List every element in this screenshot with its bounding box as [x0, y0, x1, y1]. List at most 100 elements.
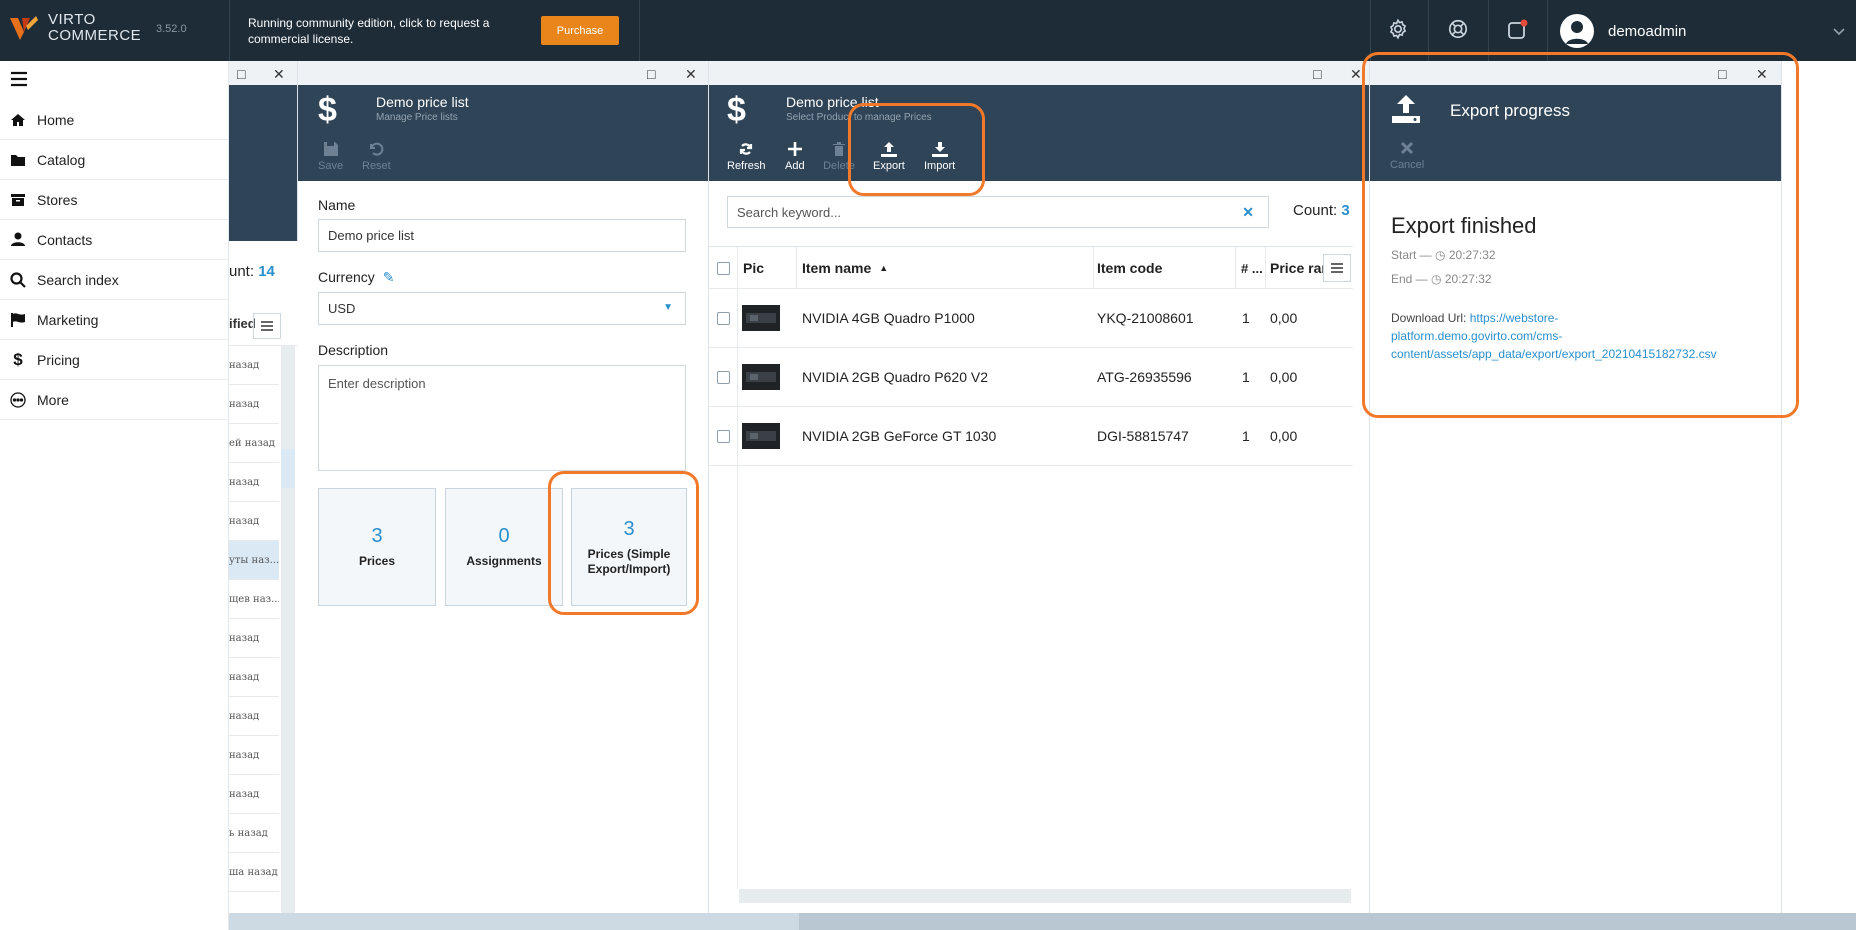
close-icon[interactable]: ✕ — [685, 66, 697, 83]
table-row[interactable]: NVIDIA 4GB Quadro P1000 YKQ-21008601 1 0,00 — [709, 289, 1353, 348]
blade-title: Demo price list — [376, 94, 469, 110]
dollar-icon: $ — [727, 91, 746, 129]
save-button[interactable]: Save — [318, 141, 343, 172]
row-checkbox[interactable] — [717, 311, 730, 325]
virto-logo-icon — [8, 12, 40, 44]
table-row[interactable]: NVIDIA 2GB GeForce GT 1030 DGI-58815747 1 0… — [709, 407, 1353, 466]
sidebar-item-stores[interactable]: Stores — [0, 180, 229, 220]
table-header: Pic Item name ▲ Item code # ... Price ra… — [709, 246, 1353, 289]
list-item[interactable]: назад — [229, 775, 279, 814]
reset-button[interactable]: Reset — [362, 141, 391, 172]
help-lifebuoy-icon[interactable] — [1447, 18, 1471, 42]
product-thumbnail — [742, 423, 780, 449]
horizontal-scrollbar[interactable] — [739, 889, 1351, 903]
list-item[interactable]: назад — [229, 346, 279, 385]
sidebar-item-contacts[interactable]: Contacts — [0, 220, 229, 260]
count-value: 3 — [1341, 202, 1350, 219]
column-header-item-name[interactable]: Item name ▲ — [802, 247, 888, 289]
close-icon[interactable]: ✕ — [1350, 66, 1362, 83]
list-item[interactable]: назад — [229, 658, 279, 697]
plus-icon — [787, 142, 802, 156]
currency-label: Currency — [318, 269, 375, 285]
blades-horizontal-scrollbar[interactable] — [229, 913, 1856, 930]
name-input[interactable]: Demo price list — [318, 219, 686, 252]
list-item[interactable]: назад — [229, 385, 279, 424]
highlight-export-progress — [1362, 52, 1799, 418]
clear-search-icon[interactable]: ✕ — [1242, 204, 1254, 221]
assignments-tile[interactable]: 0 Assignments — [445, 488, 563, 606]
sidebar-item-home[interactable]: Home — [0, 100, 229, 140]
count-value: 14 — [258, 263, 275, 280]
select-all-checkbox[interactable] — [717, 261, 730, 275]
sidebar-item-label: Catalog — [37, 151, 86, 168]
hamburger-menu-icon[interactable] — [10, 71, 28, 92]
row-checkbox[interactable] — [717, 429, 730, 443]
sidebar-item-label: More — [37, 391, 69, 408]
chevron-down-icon[interactable] — [1832, 24, 1846, 42]
product-thumbnail — [742, 305, 780, 331]
column-header-price-range[interactable]: Price ran — [1270, 247, 1330, 289]
license-notice[interactable]: Running community edition, click to requ… — [248, 15, 518, 47]
close-icon[interactable]: ✕ — [273, 66, 285, 83]
row-checkbox[interactable] — [717, 370, 730, 384]
refresh-icon — [740, 143, 753, 155]
column-header-item-code[interactable]: Item code — [1097, 247, 1162, 289]
item-name[interactable]: NVIDIA 2GB Quadro P620 V2 — [802, 348, 988, 406]
username: demoadmin — [1608, 22, 1687, 40]
column-menu-icon[interactable] — [253, 313, 281, 339]
highlight-simple-export-tile — [548, 471, 699, 615]
list-item[interactable]: назад — [229, 736, 279, 775]
user-icon — [8, 232, 28, 247]
caret-down-icon: ▼ — [663, 302, 673, 313]
prices-tile[interactable]: 3 Prices — [318, 488, 436, 606]
app-root: VIRTO COMMERCE 3.52.0 Running community … — [0, 0, 1856, 930]
search-input[interactable]: Search keyword... ✕ — [727, 196, 1269, 228]
list-item[interactable]: назад — [229, 463, 279, 502]
table-row[interactable]: NVIDIA 2GB Quadro P620 V2 ATG-26935596 1 0,… — [709, 348, 1353, 407]
column-header-pic[interactable]: Pic — [743, 247, 764, 289]
list-item[interactable]: назад — [229, 619, 279, 658]
pricelists-blade: □ ✕ unt: 14 ified назад назад ей назад наза… — [229, 61, 298, 930]
product-thumbnail — [742, 364, 780, 390]
sidebar-item-label: Marketing — [37, 311, 99, 328]
sidebar-item-catalog[interactable]: Catalog — [0, 140, 229, 180]
logo[interactable]: VIRTO COMMERCE — [8, 12, 141, 44]
column-menu-icon[interactable] — [1323, 254, 1351, 282]
notifications-bell-icon[interactable] — [1505, 18, 1529, 42]
search-icon — [8, 271, 28, 288]
maximize-icon[interactable]: □ — [1313, 66, 1321, 82]
highlight-export-import-toolbar — [848, 103, 985, 196]
list-item[interactable]: уты наз... — [229, 541, 279, 580]
sidebar-item-search-index[interactable]: Search index — [0, 260, 229, 300]
list-item[interactable]: щев наз... — [229, 580, 279, 619]
item-name[interactable]: NVIDIA 4GB Quadro P1000 — [802, 289, 975, 347]
item-quantity: 1 — [1242, 369, 1250, 385]
list-item[interactable]: назад — [229, 697, 279, 736]
user-menu[interactable]: demoadmin — [1560, 14, 1686, 48]
description-textarea[interactable]: Enter description — [318, 365, 686, 471]
purchase-button[interactable]: Purchase — [541, 16, 619, 45]
sidebar-item-more[interactable]: More — [0, 380, 229, 420]
maximize-icon[interactable]: □ — [647, 66, 655, 82]
column-header-modified[interactable]: ified — [229, 316, 256, 331]
list-item[interactable]: ь назад — [229, 814, 279, 853]
add-button[interactable]: Add — [785, 141, 805, 172]
sidebar-item-marketing[interactable]: Marketing — [0, 300, 229, 340]
list-item[interactable]: ей назад — [229, 424, 279, 463]
maximize-icon[interactable]: □ — [237, 66, 245, 82]
edit-pencil-icon[interactable]: ✎ — [383, 269, 395, 285]
item-name[interactable]: NVIDIA 2GB GeForce GT 1030 — [802, 407, 996, 465]
scrollbar[interactable] — [281, 346, 295, 930]
currency-select[interactable]: USD ▼ — [318, 292, 686, 325]
sidebar-item-pricing[interactable]: $ Pricing — [0, 340, 229, 380]
sidebar-item-label: Search index — [37, 271, 119, 288]
version-label: 3.52.0 — [156, 23, 187, 35]
blade-subtitle: Manage Price lists — [376, 112, 458, 123]
list-item[interactable]: ша назад — [229, 853, 279, 892]
settings-gear-icon[interactable] — [1387, 18, 1411, 42]
column-header-quantity[interactable]: # ... — [1241, 247, 1263, 289]
sort-ascending-icon: ▲ — [879, 263, 889, 273]
list-item[interactable]: назад — [229, 502, 279, 541]
refresh-button[interactable]: Refresh — [727, 141, 766, 172]
logo-line1: VIRTO — [48, 11, 96, 28]
